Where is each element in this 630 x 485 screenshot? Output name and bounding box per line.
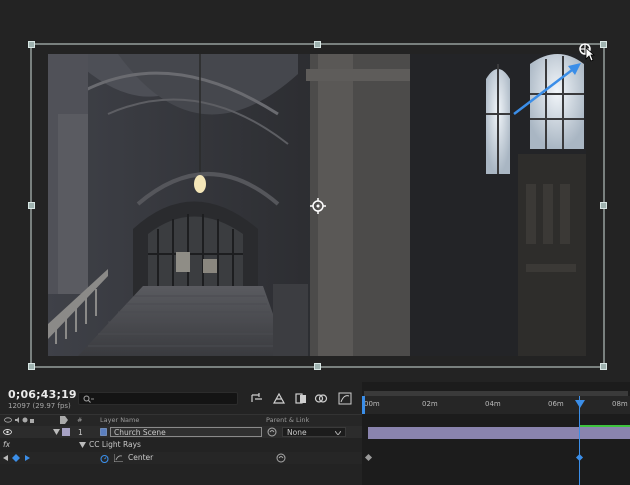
keyframe-diamond-icon[interactable]: [12, 454, 20, 462]
handle-middle-left[interactable]: [28, 202, 35, 209]
pick-whip-icon[interactable]: [267, 427, 277, 437]
handle-middle-right[interactable]: [600, 202, 607, 209]
layer-search-input[interactable]: [78, 392, 238, 405]
label-tag-icon: [60, 416, 68, 426]
column-number: #: [77, 416, 83, 424]
timeline-panel: 0;06;43;19 12097 (29.97 fps) # Layer Nam…: [0, 382, 630, 485]
time-ruler[interactable]: 00m 02m 04m 06m 08m: [362, 396, 630, 414]
frame-blending-icon[interactable]: [294, 392, 308, 405]
ruler-tick: 04m: [485, 400, 501, 408]
draft-3d-icon[interactable]: [272, 392, 286, 405]
current-time-indicator[interactable]: [579, 396, 580, 485]
ruler-tick: 02m: [422, 400, 438, 408]
property-row[interactable]: Center: [0, 452, 362, 464]
fx-label[interactable]: fx: [3, 440, 10, 449]
cursor-arrow-icon: [585, 47, 596, 66]
handle-bottom-right[interactable]: [600, 363, 607, 370]
keyframe-start[interactable]: [364, 453, 373, 462]
handle-top-center[interactable]: [314, 41, 321, 48]
previous-keyframe-icon[interactable]: [3, 455, 8, 461]
eye-icon[interactable]: [3, 428, 12, 436]
stopwatch-icon[interactable]: [100, 454, 109, 463]
handle-bottom-left[interactable]: [28, 363, 35, 370]
handle-top-left[interactable]: [28, 41, 35, 48]
effect-name[interactable]: CC Light Rays: [89, 440, 141, 449]
anchor-point-icon[interactable]: [310, 198, 326, 218]
twirl-down-icon[interactable]: [53, 429, 60, 435]
expression-pick-whip-icon[interactable]: [276, 453, 286, 463]
ruler-tick: 08m: [612, 400, 628, 408]
layer-name: Church Scene: [114, 428, 166, 437]
layer-panel: 0;06;43;19 12097 (29.97 fps) # Layer Nam…: [0, 382, 362, 485]
column-parent-link[interactable]: Parent & Link: [266, 416, 309, 424]
visibility-icon: [4, 416, 34, 426]
parent-dropdown[interactable]: None: [282, 427, 346, 437]
work-area-start[interactable]: [362, 396, 365, 414]
column-layer-name[interactable]: Layer Name: [100, 416, 139, 424]
graph-toggle-icon[interactable]: [114, 454, 123, 462]
property-name[interactable]: Center: [128, 453, 153, 462]
chevron-down-icon: [335, 431, 341, 435]
effect-row[interactable]: fx CC Light Rays: [0, 439, 362, 451]
layer-name-field[interactable]: Church Scene: [110, 427, 262, 437]
ruler-tick: 00m: [364, 400, 380, 408]
footage-file-icon: [100, 428, 107, 436]
layer-index: 1: [78, 428, 83, 437]
composition-viewer[interactable]: [0, 0, 630, 382]
frame-info: 12097 (29.97 fps): [8, 402, 71, 410]
current-time-display[interactable]: 0;06;43;19: [8, 388, 77, 401]
next-keyframe-icon[interactable]: [25, 455, 30, 461]
comp-flowchart-icon[interactable]: [250, 392, 264, 405]
layer-row[interactable]: 1 Church Scene None: [0, 426, 362, 438]
timeline-tracks[interactable]: 00m 02m 04m 06m 08m: [362, 382, 630, 485]
current-time-indicator-head[interactable]: [575, 400, 585, 408]
parent-value: None: [287, 428, 307, 437]
handle-bottom-center[interactable]: [314, 363, 321, 370]
twirl-down-icon[interactable]: [79, 442, 86, 448]
ruler-tick: 06m: [548, 400, 564, 408]
label-color-swatch[interactable]: [62, 428, 70, 436]
handle-top-right[interactable]: [600, 41, 607, 48]
search-icon: [83, 395, 94, 403]
graph-editor-icon[interactable]: [338, 392, 352, 405]
layer-duration-bar[interactable]: [368, 427, 630, 439]
motion-blur-icon[interactable]: [314, 392, 328, 405]
